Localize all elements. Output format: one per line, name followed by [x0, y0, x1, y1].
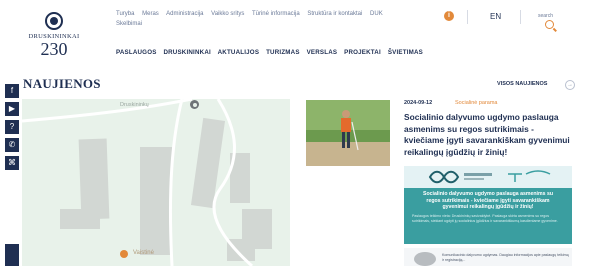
accessibility-icon[interactable]: i: [444, 11, 454, 21]
divider: [467, 10, 468, 24]
news-card[interactable]: Komunikacinio dalyvumo ugdymas. Daugiau …: [404, 248, 572, 266]
main-nav: PASLAUGOS DRUSKININKAI AKTUALIJOS TURIZM…: [116, 49, 428, 56]
banner[interactable]: Socialinio dalyvumo ugdymo paslauga asme…: [404, 188, 572, 244]
arrow-right-icon[interactable]: →: [565, 80, 575, 90]
map-poi-label: Druskininkų: [120, 102, 149, 108]
map-pin-icon[interactable]: [120, 250, 128, 258]
article-category[interactable]: Socialinė parama: [455, 100, 498, 106]
banner-body: Paslaugos teikimo vieta: Druskininkų sav…: [412, 214, 558, 223]
news-photo-graphic: [306, 100, 390, 166]
section-title: NAUJIENOS: [23, 76, 101, 91]
news-thumbnail: [414, 252, 436, 266]
nav-item-paslaugos[interactable]: PASLAUGOS: [116, 49, 157, 56]
banner-logo-graphic: [428, 170, 551, 184]
all-news-link[interactable]: VISOS NAUJIENOS: [497, 81, 547, 87]
language-switch[interactable]: EN: [490, 12, 501, 21]
news-photo[interactable]: [306, 100, 390, 166]
sitemap-icon[interactable]: ⌘: [5, 156, 19, 170]
top-links: Turybа Meras Administracija Vaikko srity…: [116, 9, 406, 29]
top-link[interactable]: Vaikko sritys: [211, 11, 244, 17]
article-date: 2024-09-12: [404, 100, 433, 106]
top-link[interactable]: Turybа: [116, 11, 134, 17]
facebook-icon[interactable]: f: [5, 84, 19, 98]
nav-item-verslas[interactable]: VERSLAS: [307, 49, 338, 56]
help-icon[interactable]: ?: [5, 120, 19, 134]
map[interactable]: [22, 99, 290, 266]
map-pin-icon[interactable]: [190, 100, 199, 109]
divider: [520, 10, 521, 24]
site-logo[interactable]: DRUSKININKAI 230: [22, 10, 86, 60]
search-icon[interactable]: [545, 20, 554, 29]
nav-item-druskininkai[interactable]: DRUSKININKAI: [163, 49, 210, 56]
map-graphic: [22, 99, 290, 266]
map-poi-label: Vaistinė: [133, 250, 154, 256]
top-link[interactable]: Struktūra ir kontaktai: [307, 11, 362, 17]
sidebar-tab[interactable]: [5, 244, 19, 266]
top-link[interactable]: DUK: [370, 11, 383, 17]
top-link[interactable]: Skelbimai: [116, 21, 142, 27]
top-link[interactable]: Tūrinė informacija: [252, 11, 300, 17]
search-label: search: [538, 13, 554, 19]
nav-item-projektai[interactable]: PROJEKTAI: [344, 49, 381, 56]
news-card-text: Komunikacinio dalyvumo ugdymas. Daugiau …: [442, 253, 569, 262]
nav-item-aktualijos[interactable]: AKTUALIJOS: [218, 49, 260, 56]
phone-icon[interactable]: ✆: [5, 138, 19, 152]
banner-title: Socialinio dalyvumo ugdymo paslauga asme…: [422, 191, 553, 210]
nav-item-svietimas[interactable]: ŠVIETIMAS: [388, 49, 423, 56]
top-link[interactable]: Administracija: [166, 11, 203, 17]
logo-number: 230: [40, 39, 68, 59]
coat-of-arms-icon: [45, 12, 63, 30]
youtube-icon[interactable]: ▶: [5, 102, 19, 116]
banner-logos: [404, 166, 572, 188]
nav-item-turizmas[interactable]: TURIZMAS: [266, 49, 300, 56]
top-link[interactable]: Meras: [142, 11, 159, 17]
article-headline[interactable]: Socialinio dalyvumo ugdymo paslauga asme…: [404, 112, 574, 158]
